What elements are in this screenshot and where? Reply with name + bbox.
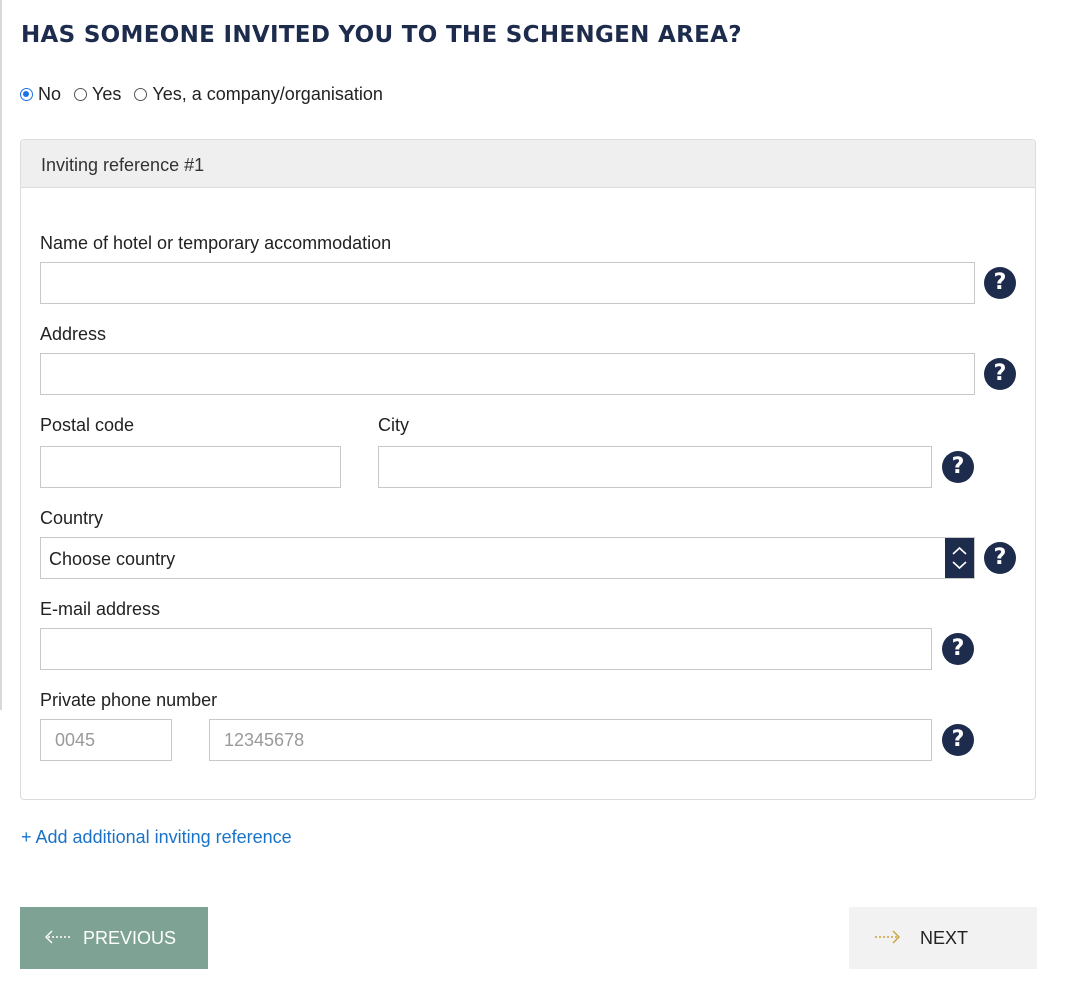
invited-radio-group: No Yes Yes, a company/organisation <box>20 84 396 105</box>
radio-button-no[interactable] <box>20 88 33 101</box>
inviting-reference-header: Inviting reference #1 <box>21 140 1035 188</box>
phone-prefix-input[interactable] <box>40 719 172 761</box>
postal-code-label: Postal code <box>40 415 135 435</box>
hotel-name-input[interactable] <box>40 262 975 304</box>
page-title: HAS SOMEONE INVITED YOU TO THE SCHENGEN … <box>21 22 742 48</box>
hotel-name-label: Name of hotel or temporary accommodation <box>40 233 392 253</box>
phone-number-input[interactable] <box>209 719 932 761</box>
next-button[interactable]: NEXT <box>849 907 1037 969</box>
postal-code-input[interactable] <box>40 446 341 488</box>
email-label: E-mail address <box>40 599 161 619</box>
arrow-left-dotted-icon <box>45 929 71 950</box>
country-selected-value: Choose country <box>49 549 176 569</box>
radio-option-yes[interactable]: Yes <box>74 84 121 105</box>
arrow-right-dotted-icon <box>874 929 900 950</box>
radio-option-company[interactable]: Yes, a company/organisation <box>134 84 383 105</box>
radio-label-yes: Yes <box>92 84 122 104</box>
city-label: City <box>378 415 409 435</box>
hotel-name-help-icon[interactable]: ? <box>984 267 1016 299</box>
select-chevrons-icon[interactable] <box>945 538 974 578</box>
address-label: Address <box>40 324 107 344</box>
email-input[interactable] <box>40 628 932 670</box>
city-input[interactable] <box>378 446 932 488</box>
address-input[interactable] <box>40 353 975 395</box>
next-button-label: NEXT <box>920 928 969 948</box>
radio-button-company[interactable] <box>134 88 148 101</box>
country-label: Country <box>40 508 104 528</box>
phone-label: Private phone number <box>40 690 218 710</box>
email-help-icon[interactable]: ? <box>942 633 974 665</box>
left-border-rule <box>0 0 2 710</box>
postal-city-help-icon[interactable]: ? <box>942 451 974 483</box>
previous-button-label: PREVIOUS <box>83 928 177 948</box>
radio-option-no[interactable]: No <box>20 84 61 105</box>
radio-label-company: Yes, a company/organisation <box>152 84 383 104</box>
radio-label-no: No <box>38 84 62 104</box>
phone-help-icon[interactable]: ? <box>942 724 974 756</box>
radio-button-yes[interactable] <box>74 88 88 101</box>
previous-button[interactable]: PREVIOUS <box>20 907 208 969</box>
add-inviting-reference-link[interactable]: + Add additional inviting reference <box>21 827 292 848</box>
country-help-icon[interactable]: ? <box>984 542 1016 574</box>
country-select[interactable]: Choose country <box>40 537 975 579</box>
address-help-icon[interactable]: ? <box>984 358 1016 390</box>
